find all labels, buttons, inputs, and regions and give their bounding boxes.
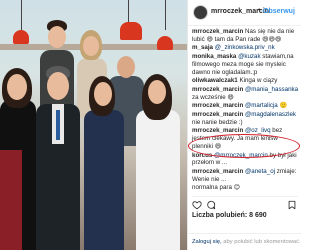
person-head [94, 82, 112, 106]
post-photo[interactable] [0, 0, 187, 250]
comment-item: m_saja @_zinkowska.priv_nk [192, 44, 300, 52]
bookmark-icon[interactable] [287, 200, 297, 210]
login-prompt: Zaloguj się, aby polubić lub skomentować… [188, 233, 301, 250]
comment-mention[interactable]: @kuzak [238, 53, 260, 60]
follow-button[interactable]: Obserwuj [263, 8, 295, 15]
red-scarf [0, 150, 22, 250]
pendant-lamp [120, 22, 142, 40]
pendant-lamp [13, 30, 29, 44]
login-link[interactable]: Zaloguj się, [192, 239, 222, 245]
post-actions [192, 196, 298, 211]
comment-mention[interactable]: @martalicja [245, 102, 278, 109]
comment-icon[interactable] [206, 200, 216, 210]
comment-mention[interactable]: @mania_hassanka [245, 86, 298, 93]
comment-username[interactable]: m_saja [192, 44, 213, 51]
lamp-cord [165, 0, 166, 30]
comment-item: mrroczek_marcin @magdalenaszlek nie nani… [192, 111, 300, 126]
comment-item: mrroczek_marcin @oz_livq bez jestem ciek… [192, 127, 300, 150]
comment-item: mrroczek_marcin @martalicja 🙂 [192, 102, 300, 110]
comment-item: mrroczek_marcin Nas się nie da nie lubić… [192, 28, 300, 43]
comment-item: mrroczek_marcin @aneta_oj zmiaje: Wenie … [192, 168, 300, 183]
person-body [136, 110, 180, 250]
person-head [117, 56, 135, 78]
instagram-post-panel: mrroczek_marcin • Obserwuj mrroczek_marc… [187, 0, 301, 250]
comment-mention[interactable]: @magdalenaszlek [245, 111, 296, 118]
post-header: mrroczek_marcin • Obserwuj [188, 0, 301, 26]
separator-dot: • [258, 7, 261, 14]
comment-username[interactable]: mrroczek_marcin [192, 127, 243, 134]
comment-mention[interactable]: @mrroczek_marcin [214, 152, 268, 159]
comment-text: za wcześnie 😄 [192, 93, 234, 101]
person-head [83, 36, 99, 56]
comment-username[interactable]: mrroczek_marcin [192, 86, 243, 93]
likes-count[interactable]: Liczba polubień: 8 690 [192, 212, 267, 219]
tie [56, 110, 60, 140]
comment-mention[interactable]: @oz_livq [245, 127, 271, 134]
avatar[interactable] [193, 5, 208, 20]
person-head [48, 26, 66, 48]
comment-username[interactable]: korcus [192, 152, 212, 159]
heart-icon[interactable] [192, 200, 202, 210]
comment-username[interactable]: mrroczek_marcin [192, 28, 243, 35]
comment-username[interactable]: monika_maska [192, 53, 236, 60]
comment-username[interactable]: mrroczek_marcin [192, 168, 243, 175]
comment-username[interactable]: mrroczek_marcin [192, 102, 243, 109]
comment-mention[interactable]: @aneta_oj [245, 168, 275, 175]
comment-item: mrroczek_marcin @mania_hassanka za wcześ… [192, 86, 300, 101]
comment-item: oliwkawalczak1 Kinga w ciązy [192, 77, 300, 85]
comment-text: normalna para 😊 [192, 184, 241, 192]
login-rest: aby polubić lub skomentować. [223, 239, 301, 245]
comment-text: nie nanie bedzie :) [192, 118, 243, 126]
comment-text: Kinga w ciązy [239, 77, 278, 85]
comment-username[interactable]: oliwkawalczak1 [192, 77, 238, 84]
lamp-cord [21, 0, 22, 30]
person-head [148, 80, 166, 104]
comment-mention[interactable]: @_zinkowska.priv_nk [215, 44, 275, 51]
comment-item: normalna para 😊 [192, 184, 300, 192]
comments-list[interactable]: mrroczek_marcin Nas się nie da nie lubić… [192, 28, 300, 193]
pendant-lamp [157, 36, 173, 50]
comment-username[interactable]: mrroczek_marcin [192, 111, 243, 118]
person-body [84, 110, 124, 250]
person-head [47, 72, 69, 100]
comment-text: 🙂 [279, 102, 288, 110]
comment-item: korcus @mrroczek_marcin by był jaki prze… [192, 152, 300, 167]
person-head [7, 74, 27, 100]
comment-item: monika_maska @kuzak stawiam,na filmowego… [192, 53, 300, 76]
login-text: Zaloguj się, aby polubić lub skomentować… [192, 239, 301, 245]
